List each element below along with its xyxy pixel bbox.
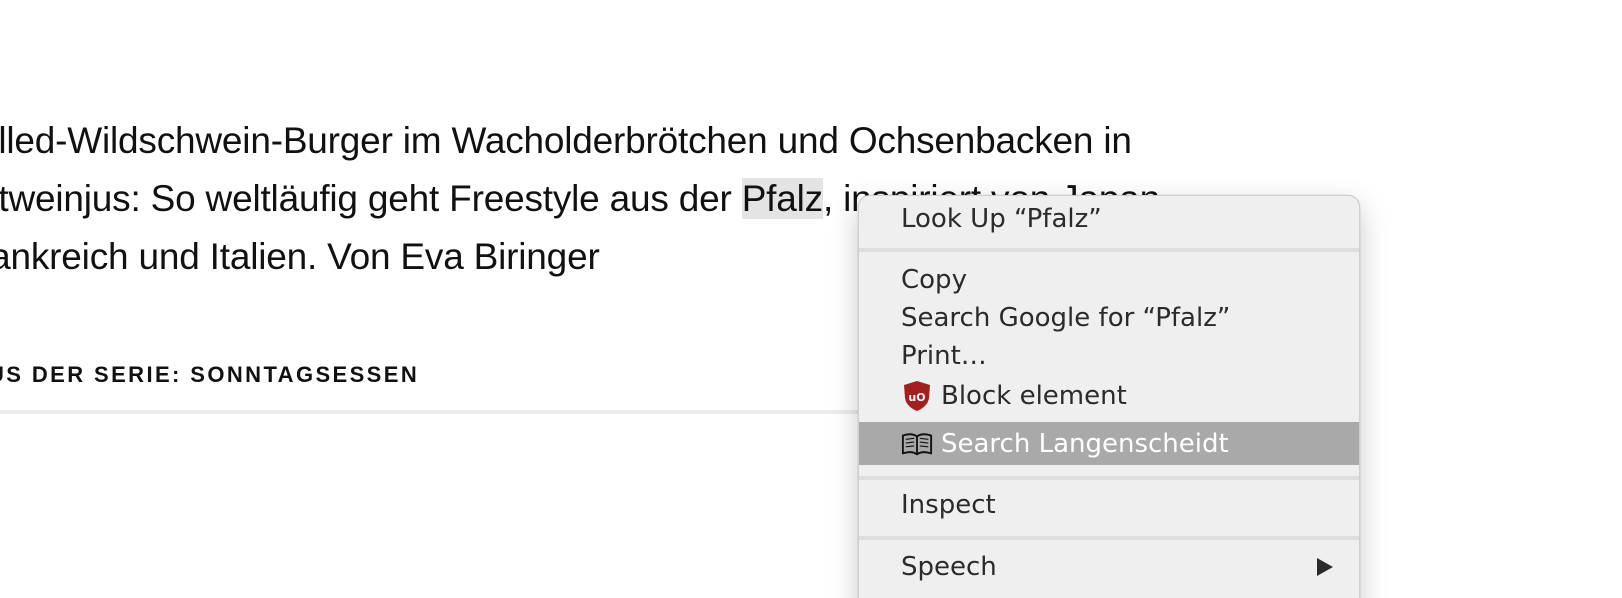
menu-item-label: Look Up “Pfalz” [901,204,1102,234]
context-menu: Look Up “Pfalz” Copy Search Google for “… [858,195,1360,598]
teaser-line-2-start: otweinjus: So weltläufig geht Freestyle … [0,178,742,219]
menu-item-label: Search Google for “Pfalz” [901,303,1231,333]
menu-item-label: Speech [901,552,997,582]
menu-separator [859,536,1359,540]
menu-item-print[interactable]: Print… [859,336,1359,376]
menu-item-inspect[interactable]: Inspect [859,485,1359,525]
menu-item-copy[interactable]: Copy [859,260,1359,300]
menu-item-label: Print… [901,341,987,371]
menu-item-look-up[interactable]: Look Up “Pfalz” [859,199,1359,239]
menu-item-block-element[interactable]: uO Block element [859,376,1359,416]
submenu-arrow-icon [1317,558,1333,576]
open-book-icon [901,428,933,460]
menu-item-label: Inspect [901,490,996,520]
divider [0,410,860,414]
menu-item-label: Block element [941,381,1127,411]
svg-text:uO: uO [908,391,925,404]
menu-item-speech[interactable]: Speech [859,547,1359,587]
menu-item-search-langenscheidt[interactable]: Search Langenscheidt [859,422,1359,465]
menu-item-label: Copy [901,265,967,295]
series-label[interactable]: US DER SERIE: SONNTAGSESSEN [0,362,419,388]
ublock-shield-icon: uO [901,380,933,412]
selected-word[interactable]: Pfalz [741,178,823,219]
menu-item-search-google[interactable]: Search Google for “Pfalz” [859,298,1359,338]
menu-item-label: Search Langenscheidt [941,428,1229,459]
menu-separator [859,476,1359,480]
teaser-line-1: ulled-Wildschwein-Burger im Wacholderbrö… [0,120,1132,161]
menu-separator [859,248,1359,252]
